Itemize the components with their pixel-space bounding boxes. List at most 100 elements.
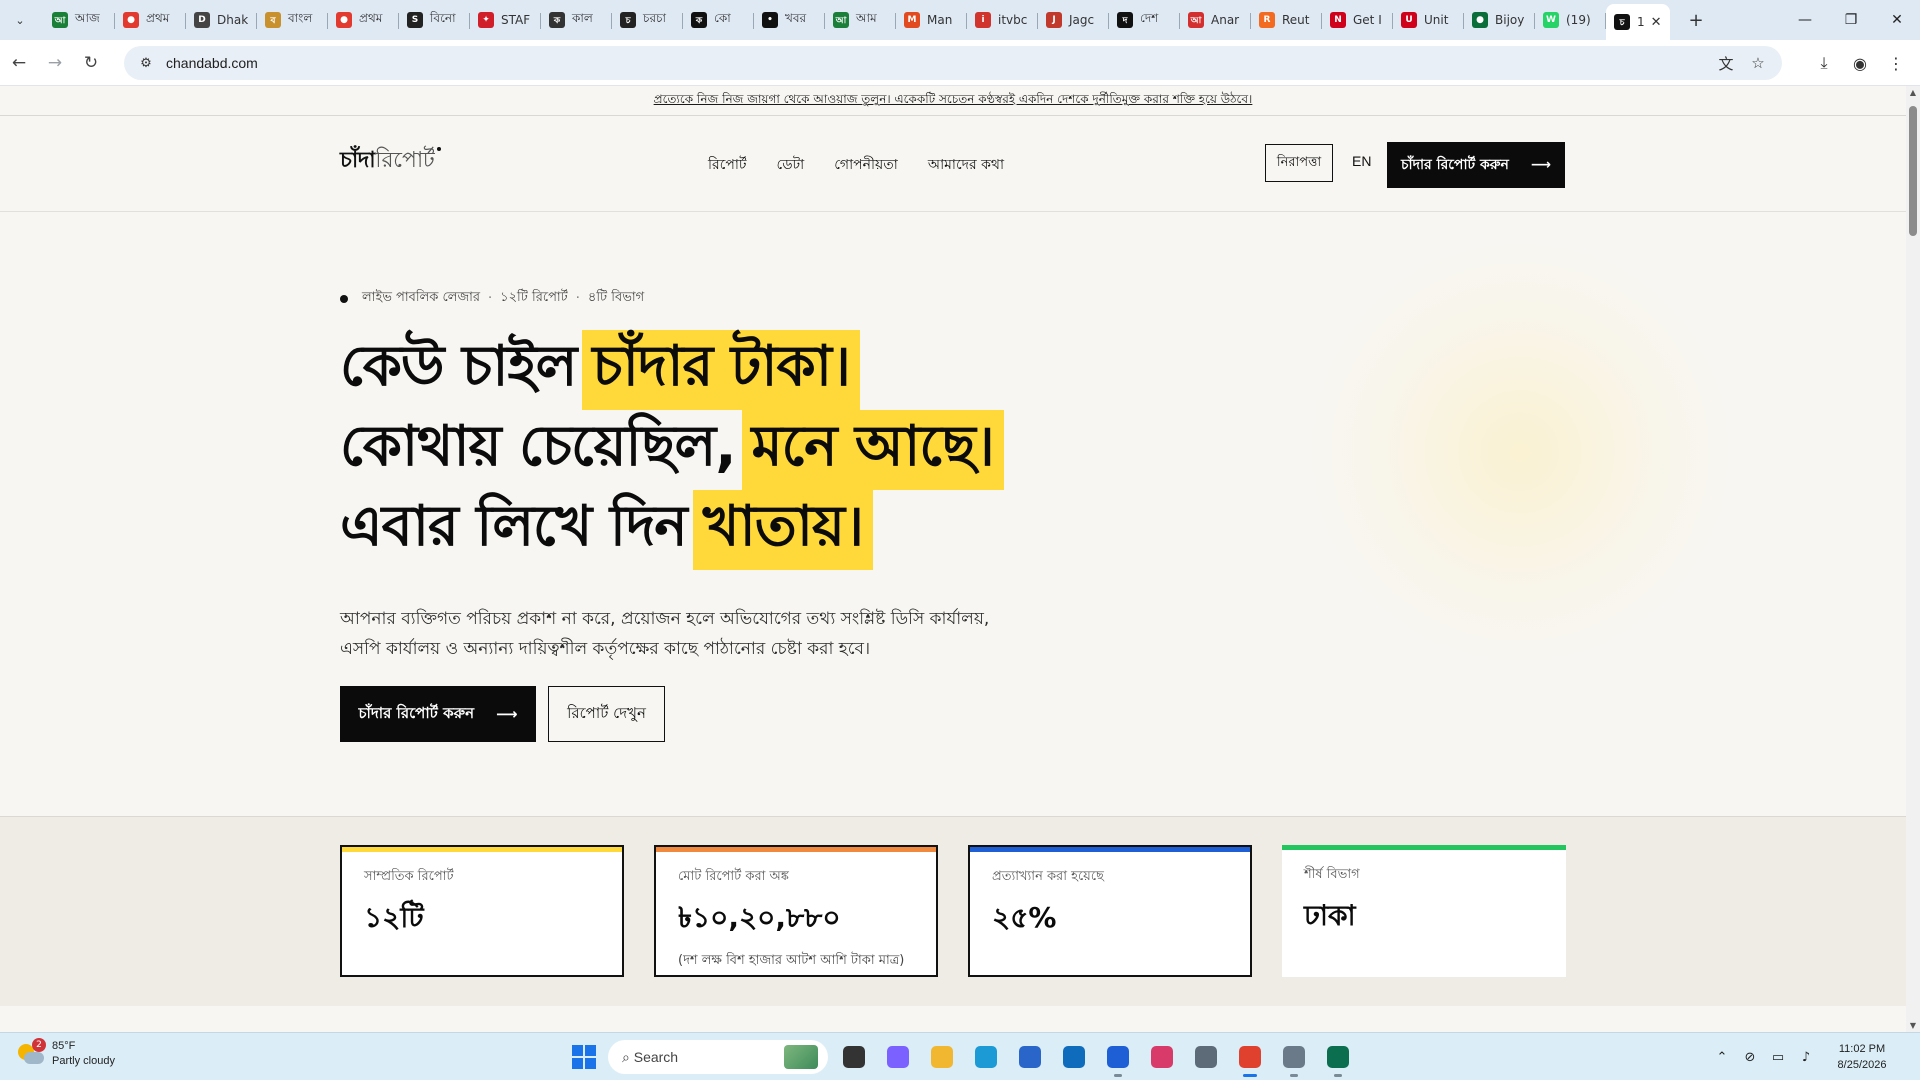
- browser-tab[interactable]: M Man: [896, 4, 967, 36]
- search-highlight-image: [784, 1045, 818, 1069]
- page-scrollbar[interactable]: ▲ ▼: [1906, 86, 1920, 1032]
- browser-tab[interactable]: U Unit: [1393, 4, 1464, 36]
- nav-item-about[interactable]: আমাদের কথা: [928, 153, 1004, 177]
- stat-label: শীর্ষ বিভাগ: [1304, 867, 1360, 882]
- edge-icon[interactable]: [968, 1039, 1004, 1075]
- copilot-icon[interactable]: [880, 1039, 916, 1075]
- browser-tab[interactable]: R Reut: [1251, 4, 1322, 36]
- download-icon[interactable]: ⤓: [1806, 46, 1842, 80]
- browser-tab[interactable]: ✦ STAF: [470, 4, 541, 36]
- app-window-icon[interactable]: [1276, 1039, 1312, 1077]
- stat-card-total-amount: মোট রিপোর্ট করা অঙ্ক ৳১০,২০,৮৮০ (দশ লক্ষ…: [654, 845, 938, 977]
- notepad-icon[interactable]: [1100, 1039, 1136, 1077]
- report-extortion-label: চাঁদার রিপোর্ট করুন: [358, 703, 475, 722]
- browser-tab[interactable]: ব বাংল: [257, 4, 328, 36]
- restore-icon[interactable]: ❐: [1828, 0, 1874, 40]
- live-dot-icon: [340, 294, 348, 303]
- browser-tab[interactable]: চ চরচা: [612, 4, 683, 36]
- tab-search-icon[interactable]: ⌄: [6, 6, 34, 34]
- url-text[interactable]: chandabd.com: [166, 55, 258, 71]
- volume-icon[interactable]: ♪: [1792, 1050, 1820, 1065]
- report-extortion-button[interactable]: চাঁদার রিপোর্ট করুন ⟶: [340, 686, 536, 742]
- address-bar[interactable]: ⚙ chandabd.com 文 ☆: [124, 46, 1782, 80]
- bookmark-star-icon[interactable]: ☆: [1742, 54, 1774, 72]
- back-icon[interactable]: ←: [2, 46, 36, 80]
- display-icon[interactable]: ▭: [1764, 1050, 1792, 1065]
- hero-headline: কেউ চাইল চাঁদার টাকা। কোথায় চেয়েছিল, ম…: [340, 330, 1004, 570]
- browser-tab[interactable]: দ দেশ: [1109, 4, 1180, 36]
- tab-favicon-icon: চ: [620, 12, 636, 28]
- taskbar-apps: [836, 1039, 1356, 1077]
- tab-title: বাংল: [288, 11, 313, 25]
- browser-tab[interactable]: ● প্রথম: [115, 4, 186, 36]
- tab-title: Man: [927, 13, 953, 27]
- clock-date: 8/25/2026: [1837, 1059, 1887, 1071]
- translate-icon[interactable]: 文: [1710, 53, 1742, 74]
- meta-separator: ·: [488, 291, 493, 306]
- header-report-button[interactable]: চাঁদার রিপোর্ট করুন ⟶: [1387, 142, 1565, 188]
- tab-title: আম: [856, 11, 877, 25]
- browser-tab[interactable]: ● Bijoy: [1464, 4, 1535, 36]
- tab-title: (19): [1566, 13, 1591, 27]
- store-icon[interactable]: [1012, 1039, 1048, 1075]
- outlook-icon[interactable]: [1056, 1039, 1092, 1075]
- minimize-icon[interactable]: —: [1782, 0, 1828, 40]
- browser-tab[interactable]: N Get I: [1322, 4, 1393, 36]
- snipping-tool-icon[interactable]: [1144, 1039, 1180, 1075]
- browser-tab[interactable]: D Dhak: [186, 4, 257, 36]
- browser-tab-active[interactable]: চ 1 ✕: [1606, 4, 1670, 40]
- view-reports-button[interactable]: রিপোর্ট দেখুন: [548, 686, 665, 742]
- logo-bold-text: চাঁদা: [340, 148, 376, 173]
- clock[interactable]: 11:02 PM 8/25/2026: [1820, 1041, 1904, 1073]
- taskbar-search[interactable]: ⌕ Search: [608, 1040, 828, 1074]
- profile-icon[interactable]: ◉: [1842, 46, 1878, 80]
- network-off-icon[interactable]: ⊘: [1736, 1050, 1764, 1065]
- tab-title: দেশ: [1140, 11, 1159, 25]
- browser-tab[interactable]: J Jagc: [1038, 4, 1109, 36]
- safety-button[interactable]: নিরাপত্তা: [1265, 144, 1333, 182]
- close-tab-icon[interactable]: ✕: [1651, 15, 1662, 30]
- nav-item-privacy[interactable]: গোপনীয়তা: [834, 153, 898, 177]
- tab-list: আ আজ ● প্রথম D Dhak ব বাংল ● প্রথম S বিনো ✦ STAF ক কাল চ…: [44, 0, 1670, 40]
- banner-link[interactable]: প্রত্যেকে নিজ নিজ জায়গা থেকে আওয়াজ তুল…: [654, 91, 1253, 111]
- browser-tab[interactable]: • খবর: [754, 4, 825, 36]
- browser-tab[interactable]: ক কাল: [541, 4, 612, 36]
- windows-start-icon[interactable]: [572, 1045, 596, 1069]
- browser-tab[interactable]: i itvbc: [967, 4, 1038, 36]
- chrome-icon[interactable]: [1232, 1039, 1268, 1077]
- menu-kebab-icon[interactable]: ⋮: [1878, 46, 1914, 80]
- reload-icon[interactable]: ↻: [74, 46, 108, 80]
- scrollbar-thumb[interactable]: [1909, 106, 1917, 236]
- browser-tab[interactable]: S বিনো: [399, 4, 470, 36]
- green-app-icon[interactable]: [1320, 1039, 1356, 1077]
- weather-widget[interactable]: 2 85°F Partly cloudy: [16, 1038, 115, 1069]
- nav-item-data[interactable]: ডেটা: [777, 153, 805, 177]
- stat-label: সাম্প্রতিক রিপোর্ট: [364, 869, 454, 884]
- browser-tab[interactable]: ● প্রথম: [328, 4, 399, 36]
- browser-tab[interactable]: ক কাে: [683, 4, 754, 36]
- headline-highlight: চাঁদার টাকা।: [582, 330, 860, 410]
- tab-title: Dhak: [217, 13, 249, 27]
- file-explorer-dark-icon[interactable]: [836, 1039, 872, 1075]
- forward-icon[interactable]: →: [38, 46, 72, 80]
- tab-favicon-icon: S: [407, 12, 423, 28]
- tab-favicon-icon: •: [762, 12, 778, 28]
- browser-tab[interactable]: আ Anar: [1180, 4, 1251, 36]
- close-window-icon[interactable]: ✕: [1874, 0, 1920, 40]
- hero-meta: লাইভ পাবলিক লেজার · ১২টি রিপোর্ট · ৪টি ব…: [340, 288, 644, 309]
- site-logo[interactable]: চাঁদারিপোর্ট: [340, 143, 442, 180]
- scroll-down-icon[interactable]: ▼: [1908, 1021, 1918, 1030]
- folder-icon[interactable]: [924, 1039, 960, 1075]
- scroll-up-icon[interactable]: ▲: [1908, 88, 1918, 97]
- nav-item-reports[interactable]: রিপোর্ট: [708, 153, 747, 177]
- site-info-icon[interactable]: ⚙: [132, 56, 160, 71]
- tab-favicon-icon: চ: [1614, 14, 1630, 30]
- chevron-up-icon[interactable]: ⌃: [1708, 1050, 1736, 1065]
- new-tab-icon[interactable]: +: [1682, 6, 1710, 34]
- page-viewport: প্রত্যেকে নিজ নিজ জায়গা থেকে আওয়াজ তুল…: [0, 86, 1906, 1032]
- language-toggle[interactable]: EN: [1352, 153, 1371, 169]
- browser-tab[interactable]: আ আজ: [44, 4, 115, 36]
- browser-tab[interactable]: W (19): [1535, 4, 1606, 36]
- browser-tab[interactable]: আ আম: [825, 4, 896, 36]
- calculator-icon[interactable]: [1188, 1039, 1224, 1075]
